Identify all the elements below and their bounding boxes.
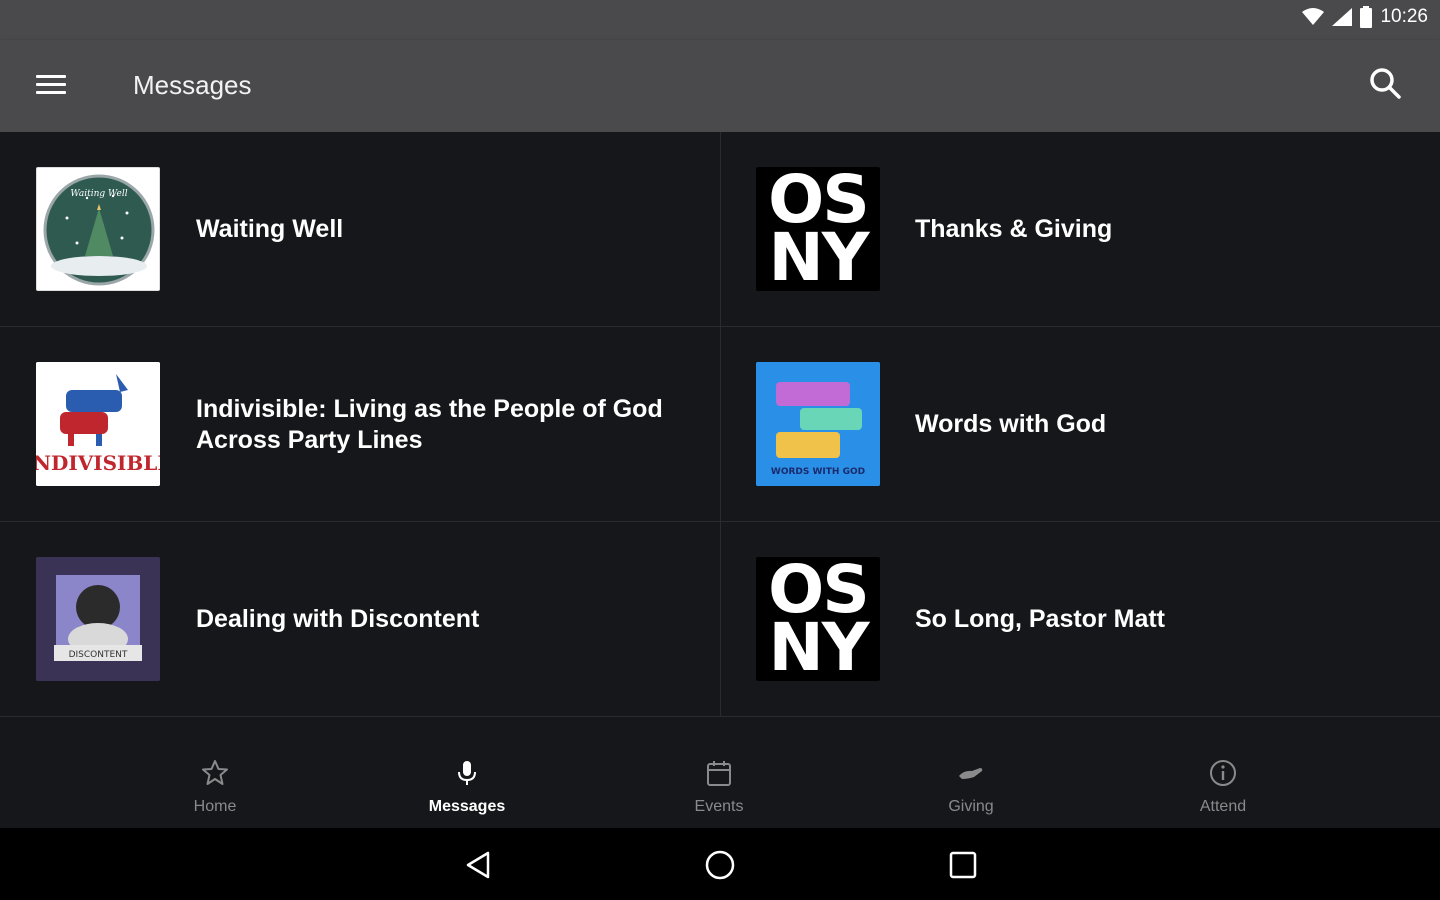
nav-label: Giving	[948, 798, 994, 815]
wifi-icon	[1302, 8, 1325, 25]
cell-signal-icon	[1332, 8, 1353, 26]
message-title: Waiting Well	[196, 215, 344, 243]
message-item[interactable]: INDIVISIBLE Indivisible: Living as the P…	[0, 327, 721, 522]
status-icons: 10:26	[1302, 6, 1428, 28]
search-button[interactable]	[1368, 66, 1404, 102]
christmas-globe-image: Waiting Well	[43, 174, 155, 286]
app-bar: Messages	[0, 40, 1440, 132]
search-icon	[1370, 68, 1401, 99]
message-thumbnail: DISCONTENT	[36, 557, 160, 681]
osny-logo-text: OS NY	[768, 557, 870, 681]
message-title: Dealing with Discontent	[196, 605, 480, 633]
discontent-logo-text: DISCONTENT	[69, 650, 128, 660]
message-item[interactable]: DISCONTENT Dealing with Discontent	[0, 522, 721, 717]
menu-button[interactable]	[36, 70, 72, 100]
calendar-icon	[707, 761, 731, 786]
hamburger-line	[36, 75, 66, 78]
message-item[interactable]: OS NY Thanks & Giving	[721, 132, 1440, 327]
osny-logo: OS NY	[756, 557, 880, 681]
nav-label: Home	[193, 798, 237, 815]
message-title: Words with God	[915, 410, 1107, 438]
bottom-navigation: Home Messages Events Giving Attend	[0, 748, 1440, 828]
info-icon	[1210, 760, 1236, 786]
nav-item-attend[interactable]: Attend	[1122, 748, 1322, 828]
nav-label: Events	[694, 798, 744, 815]
message-thumbnail: Waiting Well	[36, 167, 160, 291]
battery-icon	[1360, 6, 1373, 28]
home-circle-icon	[705, 850, 735, 880]
microphone-icon	[458, 761, 476, 785]
message-item[interactable]: OS NY So Long, Pastor Matt	[721, 522, 1440, 717]
nav-item-events[interactable]: Events	[618, 748, 818, 828]
message-title: Indivisible: Living as the People of God…	[196, 394, 663, 454]
nav-label: Attend	[1199, 798, 1247, 815]
messages-list: Waiting Well Waiting Well OS NY Thanks &…	[0, 132, 1440, 748]
recents-button[interactable]	[946, 848, 980, 882]
words-with-god-image: WORDS WITH GOD	[756, 362, 880, 486]
message-thumbnail: WORDS WITH GOD	[756, 362, 880, 486]
nav-item-home[interactable]: Home	[114, 748, 314, 828]
message-title: Thanks & Giving	[915, 215, 1113, 243]
star-icon	[202, 760, 228, 785]
home-button[interactable]	[703, 848, 737, 882]
page-title: Messages	[133, 70, 252, 100]
words-with-god-logo-text: WORDS WITH GOD	[771, 467, 865, 477]
discontent-image: DISCONTENT	[36, 557, 160, 681]
hamburger-line	[36, 83, 66, 86]
system-navigation-bar	[0, 828, 1440, 900]
indivisible-image: INDIVISIBLE	[36, 362, 160, 486]
nav-label: Messages	[428, 798, 506, 815]
message-thumbnail: OS NY	[756, 167, 880, 291]
message-thumbnail: INDIVISIBLE	[36, 362, 160, 486]
indivisible-logo-text: INDIVISIBLE	[36, 451, 160, 475]
status-bar: 10:26	[0, 0, 1440, 40]
osny-logo: OS NY	[756, 167, 880, 291]
hamburger-line	[36, 91, 66, 94]
back-button[interactable]	[462, 848, 496, 882]
message-item[interactable]: Waiting Well Waiting Well	[0, 132, 721, 327]
osny-logo-text: OS NY	[768, 167, 870, 291]
nav-item-giving[interactable]: Giving	[870, 748, 1070, 828]
recents-square-icon	[949, 851, 977, 879]
status-time: 10:26	[1380, 6, 1428, 27]
message-thumbnail: OS NY	[756, 557, 880, 681]
waiting-well-logo-text: Waiting Well	[70, 189, 127, 199]
nav-item-messages[interactable]: Messages	[366, 748, 566, 828]
message-title: So Long, Pastor Matt	[915, 605, 1165, 633]
back-triangle-icon	[466, 851, 490, 879]
message-item[interactable]: WORDS WITH GOD Words with God	[721, 327, 1440, 522]
giving-hand-icon	[959, 768, 983, 779]
